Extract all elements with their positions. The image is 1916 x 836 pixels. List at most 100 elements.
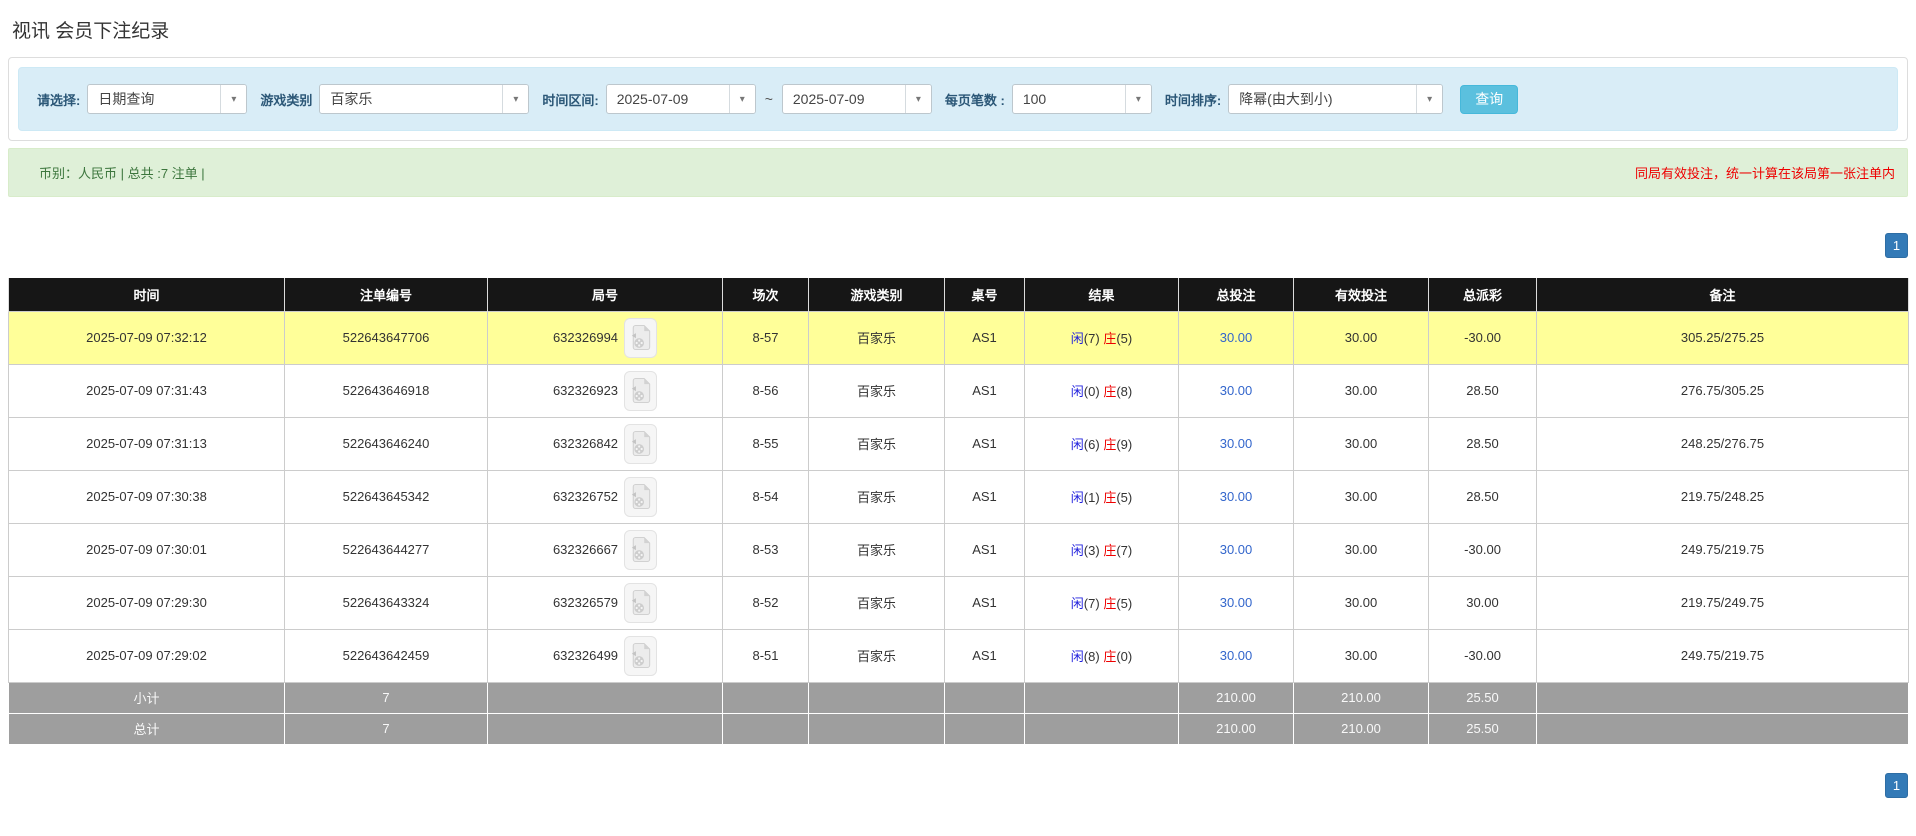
chevron-down-icon[interactable]: ▾ (220, 85, 247, 113)
video-file-icon (631, 431, 650, 456)
cell-valid-bet: 30.00 (1293, 416, 1429, 471)
subtotal-payout: 25.50 (1428, 681, 1537, 714)
video-file-icon (631, 378, 650, 403)
total-row: 总计 7 210.00 210.00 25.50 (8, 712, 1909, 745)
table-row[interactable]: 2025-07-09 07:32:12 522643647706 6323269… (8, 310, 1909, 365)
cell-time: 2025-07-09 07:30:01 (8, 522, 285, 577)
cell-total-bet[interactable]: 30.00 (1178, 522, 1294, 577)
total-count: 7 (284, 712, 488, 745)
cell-time: 2025-07-09 07:29:30 (8, 575, 285, 630)
video-file-icon (631, 537, 650, 562)
cell-empty (487, 712, 723, 745)
table-row[interactable]: 2025-07-09 07:30:38 522643645342 6323267… (8, 469, 1909, 524)
chevron-down-icon[interactable]: ▾ (904, 85, 931, 113)
cell-remark: 305.25/275.25 (1536, 310, 1909, 365)
cell-total-bet[interactable]: 30.00 (1178, 363, 1294, 418)
cell-payout: -30.00 (1428, 628, 1537, 683)
column-header: 总投注 (1178, 278, 1294, 311)
result-player: 闲 (1070, 596, 1084, 611)
chevron-down-icon[interactable]: ▾ (1416, 85, 1443, 113)
cell-valid-bet: 30.00 (1293, 522, 1429, 577)
column-header: 场次 (722, 278, 809, 311)
cell-game-type: 百家乐 (808, 628, 945, 683)
select-type-label: 请选择: (37, 92, 81, 108)
cell-valid-bet: 30.00 (1293, 469, 1429, 524)
cell-total-bet[interactable]: 30.00 (1178, 628, 1294, 683)
search-button[interactable]: 查询 (1460, 84, 1519, 114)
pagination-page-1[interactable]: 1 (1885, 233, 1908, 258)
result-player: 闲 (1070, 437, 1084, 452)
column-header: 局号 (487, 278, 723, 311)
chevron-down-icon[interactable]: ▾ (502, 85, 529, 113)
cell-table-no: AS1 (944, 469, 1025, 524)
result-player: 闲 (1070, 649, 1084, 664)
cell-total-bet[interactable]: 30.00 (1178, 310, 1294, 365)
cell-result: 闲(1) 庄(5) (1024, 469, 1179, 524)
video-replay-button[interactable] (624, 635, 658, 676)
cell-payout: -30.00 (1428, 310, 1537, 365)
round-id-text: 632326842 (552, 436, 619, 451)
result-banker: 庄 (1103, 384, 1117, 399)
chevron-down-icon[interactable]: ▾ (1124, 85, 1151, 113)
page-size-select[interactable]: 100 ▾ (1011, 84, 1152, 114)
table-row[interactable]: 2025-07-09 07:31:43 522643646918 6323269… (8, 363, 1909, 418)
time-sort-select[interactable]: 降幂(由大到小) ▾ (1228, 84, 1444, 114)
table-header: 时间 注单编号 局号 场次 游戏类别 桌号 结果 总投注 有效投注 总派彩 备注 (8, 278, 1909, 311)
cell-session: 8-53 (722, 522, 809, 577)
cell-game-type: 百家乐 (808, 522, 945, 577)
chevron-down-icon[interactable]: ▾ (728, 85, 755, 113)
result-banker: 庄 (1103, 490, 1117, 505)
cell-time: 2025-07-09 07:32:12 (8, 310, 285, 365)
cell-result: 闲(3) 庄(7) (1024, 522, 1179, 577)
result-banker: 庄 (1103, 437, 1117, 452)
cell-empty (944, 712, 1025, 745)
video-replay-button[interactable] (624, 582, 658, 623)
cell-empty (487, 681, 723, 714)
subtotal-label: 小计 (8, 681, 285, 714)
table-row[interactable]: 2025-07-09 07:29:30 522643643324 6323265… (8, 575, 1909, 630)
column-header: 备注 (1536, 278, 1909, 311)
video-replay-button[interactable] (624, 529, 658, 570)
cell-valid-bet: 30.00 (1293, 628, 1429, 683)
cell-remark: 248.25/276.75 (1536, 416, 1909, 471)
result-player-points: (3) (1083, 543, 1100, 558)
pagination-page-1[interactable]: 1 (1885, 772, 1908, 798)
table-row[interactable]: 2025-07-09 07:30:01 522643644277 6323266… (8, 522, 1909, 577)
table-footer: 小计 7 210.00 210.00 25.50 总计 7 210.00 210… (8, 681, 1909, 745)
video-replay-button[interactable] (624, 317, 658, 358)
cell-total-bet[interactable]: 30.00 (1178, 469, 1294, 524)
video-replay-button[interactable] (624, 476, 658, 517)
cell-result: 闲(6) 庄(9) (1024, 416, 1179, 471)
video-replay-button[interactable] (624, 370, 658, 411)
cell-session: 8-52 (722, 575, 809, 630)
cell-remark: 219.75/248.25 (1536, 469, 1909, 524)
date-to-select[interactable]: 2025-07-09 ▾ (781, 84, 932, 114)
table-row[interactable]: 2025-07-09 07:31:13 522643646240 6323268… (8, 416, 1909, 471)
filter-container: 请选择: 日期查询 ▾ 游戏类别 百家乐 ▾ 时间区间: 2025-07-09 … (8, 57, 1908, 141)
cell-table-no: AS1 (944, 416, 1025, 471)
cell-empty (722, 712, 809, 745)
cell-remark: 249.75/219.75 (1536, 628, 1909, 683)
pagination-bottom: 1 (8, 772, 1908, 798)
table-row[interactable]: 2025-07-09 07:29:02 522643642459 6323264… (8, 628, 1909, 683)
date-from-select[interactable]: 2025-07-09 ▾ (605, 84, 756, 114)
total-valid-bet: 210.00 (1293, 712, 1429, 745)
cell-total-bet[interactable]: 30.00 (1178, 575, 1294, 630)
game-type-label: 游戏类别 (260, 92, 313, 108)
subtotal-count: 7 (284, 681, 488, 714)
cell-table-no: AS1 (944, 522, 1025, 577)
query-type-select[interactable]: 日期查询 ▾ (87, 84, 248, 114)
column-header: 桌号 (944, 278, 1025, 311)
cell-session: 8-55 (722, 416, 809, 471)
cell-payout: 28.50 (1428, 416, 1537, 471)
video-replay-button[interactable] (624, 423, 658, 464)
cell-bet-id: 522643644277 (284, 522, 488, 577)
video-file-icon (631, 590, 650, 615)
game-type-select[interactable]: 百家乐 ▾ (319, 84, 530, 114)
cell-remark: 219.75/249.75 (1536, 575, 1909, 630)
cell-total-bet[interactable]: 30.00 (1178, 416, 1294, 471)
round-id-text: 632326499 (552, 648, 619, 663)
time-sort-label: 时间排序: (1164, 92, 1222, 108)
cell-empty (808, 681, 945, 714)
result-banker: 庄 (1103, 543, 1117, 558)
